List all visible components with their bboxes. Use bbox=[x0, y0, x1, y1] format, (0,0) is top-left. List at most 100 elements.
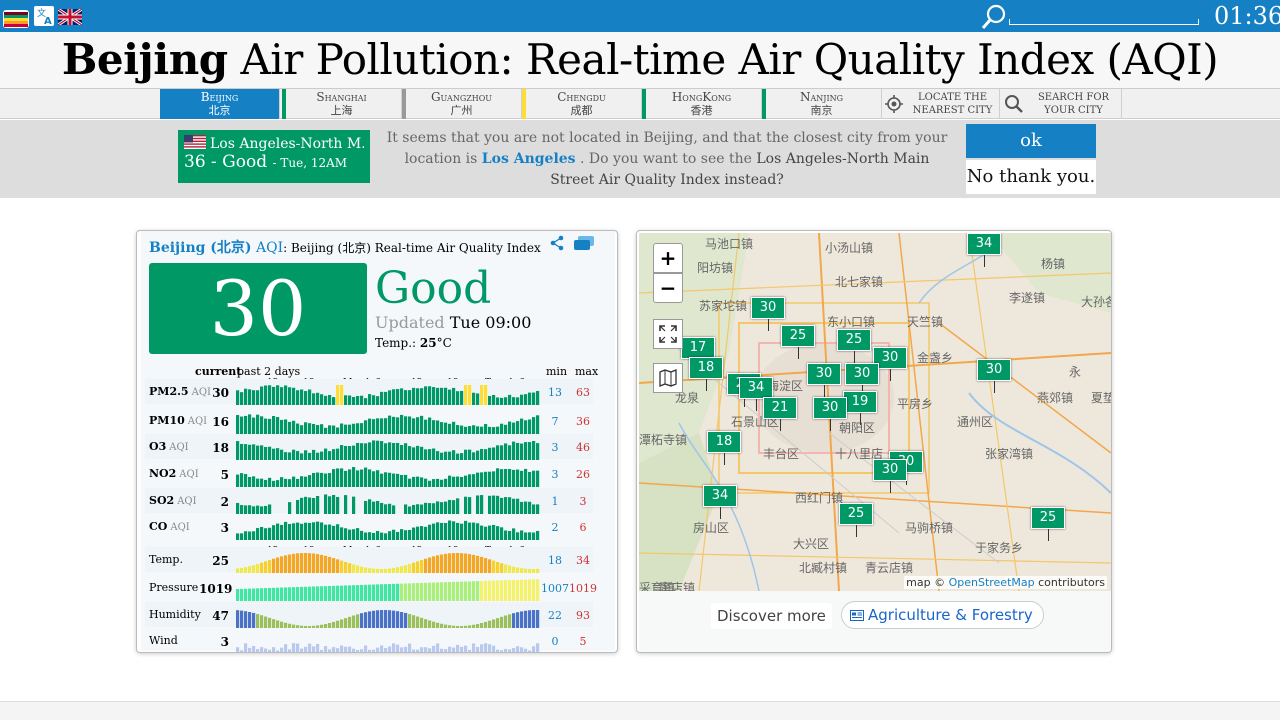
history-chart[interactable] bbox=[236, 381, 540, 405]
history-chart[interactable] bbox=[236, 463, 540, 487]
history-chart[interactable] bbox=[236, 577, 540, 601]
tab-label-en: Beijing bbox=[200, 90, 239, 104]
aqi-station-marker[interactable]: 34 bbox=[703, 485, 737, 519]
la-station-name: Los Angeles-North M... bbox=[210, 136, 364, 152]
history-chart[interactable] bbox=[236, 490, 540, 514]
aqi-map[interactable]: 马池口镇小汤山镇阳坊镇北七家镇杨镇苏家坨镇李遂镇大孙各东小口镇天竺镇金盏乡海淀区… bbox=[639, 233, 1111, 591]
aqi-station-marker[interactable]: 30 bbox=[845, 363, 879, 397]
aqi-station-marker[interactable]: 30 bbox=[977, 359, 1011, 393]
aqi-station-marker[interactable]: 25 bbox=[837, 329, 871, 363]
osm-link[interactable]: OpenStreetMap bbox=[949, 576, 1035, 589]
search-icon[interactable] bbox=[980, 3, 1008, 31]
map-place-label: 金盏乡 bbox=[917, 351, 954, 365]
card-title-city[interactable]: Beijing (北京) bbox=[149, 240, 252, 256]
location-notice: Los Angeles-North M... 36 - Good - Tue, … bbox=[0, 120, 1280, 198]
uk-flag-icon[interactable] bbox=[58, 9, 82, 25]
aqi-station-marker[interactable]: 18 bbox=[707, 431, 741, 465]
row-label[interactable]: SO2 AQI bbox=[149, 494, 197, 507]
notice-city-link[interactable]: Los Angeles bbox=[482, 151, 576, 167]
page-title: Beijing Air Pollution: Real-time Air Qua… bbox=[0, 32, 1280, 88]
card-title-rest: : Beijing (北京) Real-time Air Quality Ind… bbox=[283, 241, 541, 255]
aqi-station-marker[interactable]: 21 bbox=[763, 397, 797, 431]
zoom-in-button[interactable]: + bbox=[653, 243, 683, 273]
history-chart[interactable] bbox=[236, 604, 540, 628]
tab-label-zh: 上海 bbox=[330, 104, 353, 117]
la-title-row: Los Angeles-North M... bbox=[184, 135, 364, 152]
fullscreen-button[interactable] bbox=[653, 319, 683, 349]
row-current-value: 3 bbox=[220, 635, 229, 649]
no-thanks-button[interactable]: No thank you. bbox=[966, 160, 1096, 194]
row-unit: AQI bbox=[170, 522, 190, 533]
search-city-button[interactable]: Search for your city bbox=[1000, 89, 1122, 119]
aqi-station-marker[interactable]: 25 bbox=[1031, 507, 1065, 541]
aqi-station-marker[interactable]: 34 bbox=[967, 233, 1001, 267]
row-current-value: 2 bbox=[220, 495, 229, 509]
header-current: current bbox=[195, 365, 242, 378]
clock: 01:36 bbox=[1214, 2, 1280, 30]
row-current-value: 30 bbox=[212, 386, 229, 400]
aqi-station-marker[interactable]: 34 bbox=[739, 377, 773, 411]
row-label[interactable]: Temp. bbox=[149, 553, 183, 566]
widget-icon[interactable] bbox=[573, 235, 595, 251]
aqi-value: 30 bbox=[149, 263, 367, 354]
row-min-value: 3 bbox=[551, 441, 559, 454]
translate-icon[interactable]: 文 A bbox=[34, 6, 54, 26]
top-bar: 文 A 01:36 bbox=[0, 0, 1280, 32]
history-chart[interactable] bbox=[236, 436, 540, 460]
row-name: PM10 bbox=[149, 414, 185, 427]
row-label[interactable]: Wind bbox=[149, 634, 178, 647]
tab-shanghai[interactable]: Shanghai 上海 bbox=[282, 89, 402, 119]
row-current-value: 25 bbox=[212, 554, 229, 568]
tab-beijing[interactable]: Beijing 北京 bbox=[160, 89, 280, 119]
aqi-station-marker[interactable]: 30 bbox=[813, 397, 847, 431]
agriculture-forestry-link[interactable]: Agriculture & Forestry bbox=[841, 601, 1044, 629]
la-aqi-value: 36 - Good bbox=[184, 152, 268, 172]
history-chart[interactable] bbox=[236, 549, 540, 573]
aqi-station-marker[interactable]: 17 bbox=[681, 337, 715, 371]
aqi-station-marker[interactable]: 25 bbox=[781, 325, 815, 359]
app-logo-icon[interactable] bbox=[2, 4, 30, 30]
header-min: min bbox=[546, 365, 568, 378]
row-label[interactable]: O3 AQI bbox=[149, 440, 189, 453]
aqi-station-marker[interactable]: 18 bbox=[689, 357, 723, 391]
tab-nanjing[interactable]: Nanjing 南京 bbox=[762, 89, 882, 119]
row-current-value: 1019 bbox=[199, 582, 233, 596]
aqi-station-marker[interactable]: 25 bbox=[839, 503, 873, 537]
share-icon[interactable] bbox=[549, 235, 565, 251]
row-current-value: 47 bbox=[212, 609, 229, 623]
row-label[interactable]: Pressure bbox=[149, 581, 198, 594]
aqi-station-marker[interactable]: 30 bbox=[751, 297, 785, 331]
aqi-color-mark bbox=[522, 89, 526, 119]
history-chart[interactable] bbox=[236, 410, 540, 434]
map-layers-button[interactable] bbox=[653, 363, 683, 393]
map-place-label: 阳坊镇 bbox=[697, 261, 734, 275]
aqi-station-marker[interactable]: 30 bbox=[807, 363, 841, 397]
los-angeles-aqi-box[interactable]: Los Angeles-North M... 36 - Good - Tue, … bbox=[178, 130, 370, 183]
page-footer bbox=[0, 701, 1280, 720]
tab-guangzhou[interactable]: Guangzhou 广州 bbox=[402, 89, 522, 119]
history-chart[interactable] bbox=[236, 630, 540, 653]
aqi-station-marker[interactable]: 30 bbox=[873, 459, 907, 493]
tab-label-en: Nanjing bbox=[799, 90, 844, 104]
row-label[interactable]: NO2 AQI bbox=[149, 467, 199, 480]
aqi-color-mark bbox=[282, 89, 286, 119]
title-bar: Beijing Air Pollution: Real-time Air Qua… bbox=[0, 32, 1280, 88]
tab-label-zh: 成都 bbox=[570, 104, 593, 117]
history-chart[interactable] bbox=[236, 516, 540, 540]
zoom-out-button[interactable]: − bbox=[653, 273, 683, 303]
row-max-value: 93 bbox=[576, 609, 590, 622]
row-label[interactable]: Humidity bbox=[149, 608, 201, 621]
tab-chengdu[interactable]: Chengdu 成都 bbox=[522, 89, 642, 119]
row-unit: AQI bbox=[169, 442, 189, 453]
ok-button[interactable]: ok bbox=[966, 124, 1096, 158]
tab-label-en: Shanghai bbox=[316, 90, 367, 104]
tab-hongkong[interactable]: HongKong 香港 bbox=[642, 89, 762, 119]
aqi-station-marker[interactable]: 19 bbox=[843, 391, 877, 425]
map-place-label: 通州区 bbox=[957, 415, 994, 429]
map-place-label: 房山区 bbox=[693, 521, 730, 535]
tab-label-en: HongKong bbox=[671, 90, 732, 104]
row-label[interactable]: CO AQI bbox=[149, 520, 190, 533]
search-input[interactable] bbox=[1009, 19, 1199, 25]
locate-nearest-button[interactable]: Locate the nearest city bbox=[880, 89, 1000, 119]
city-tabs: Beijing 北京 Shanghai 上海 Guangzhou 广州 Chen… bbox=[0, 88, 1280, 119]
